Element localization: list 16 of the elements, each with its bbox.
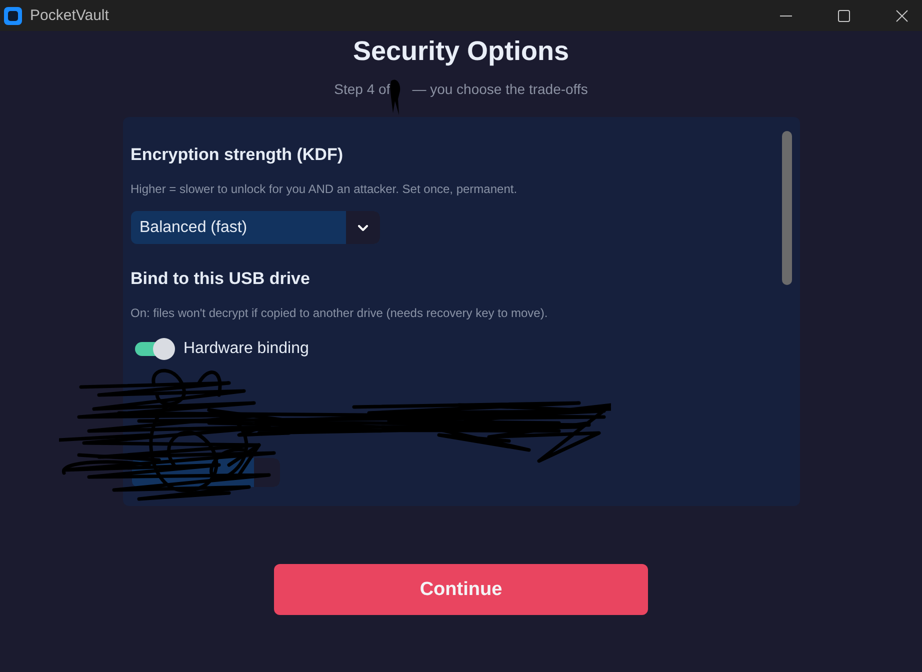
page-title: Security Options	[352, 35, 570, 67]
chevron-down-icon	[358, 224, 368, 230]
section-description: Higher = slower to unlock for you AND an attacker. Set once, permanent.	[130, 181, 518, 197]
section-heading: Encryption strength (KDF)	[130, 144, 344, 166]
toggle-label: Hardware binding	[184, 340, 309, 358]
step-caption: — you choose the trade-offs	[412, 80, 588, 98]
toggle-switch[interactable]	[134, 338, 174, 360]
section-heading: Bind to this USB drive	[130, 268, 311, 290]
step-text: Step 4 of	[334, 80, 390, 98]
app-logo-icon	[4, 6, 22, 24]
window-title: PocketVault	[30, 7, 109, 24]
kdf-select[interactable]: Balanced (fast)	[130, 211, 380, 244]
scrollbar-thumb[interactable]	[782, 131, 792, 285]
maximize-icon	[838, 10, 850, 22]
section-description: On: files won't decrypt if copied to another drive (needs recovery key to move).	[130, 305, 549, 321]
close-icon	[896, 10, 908, 22]
